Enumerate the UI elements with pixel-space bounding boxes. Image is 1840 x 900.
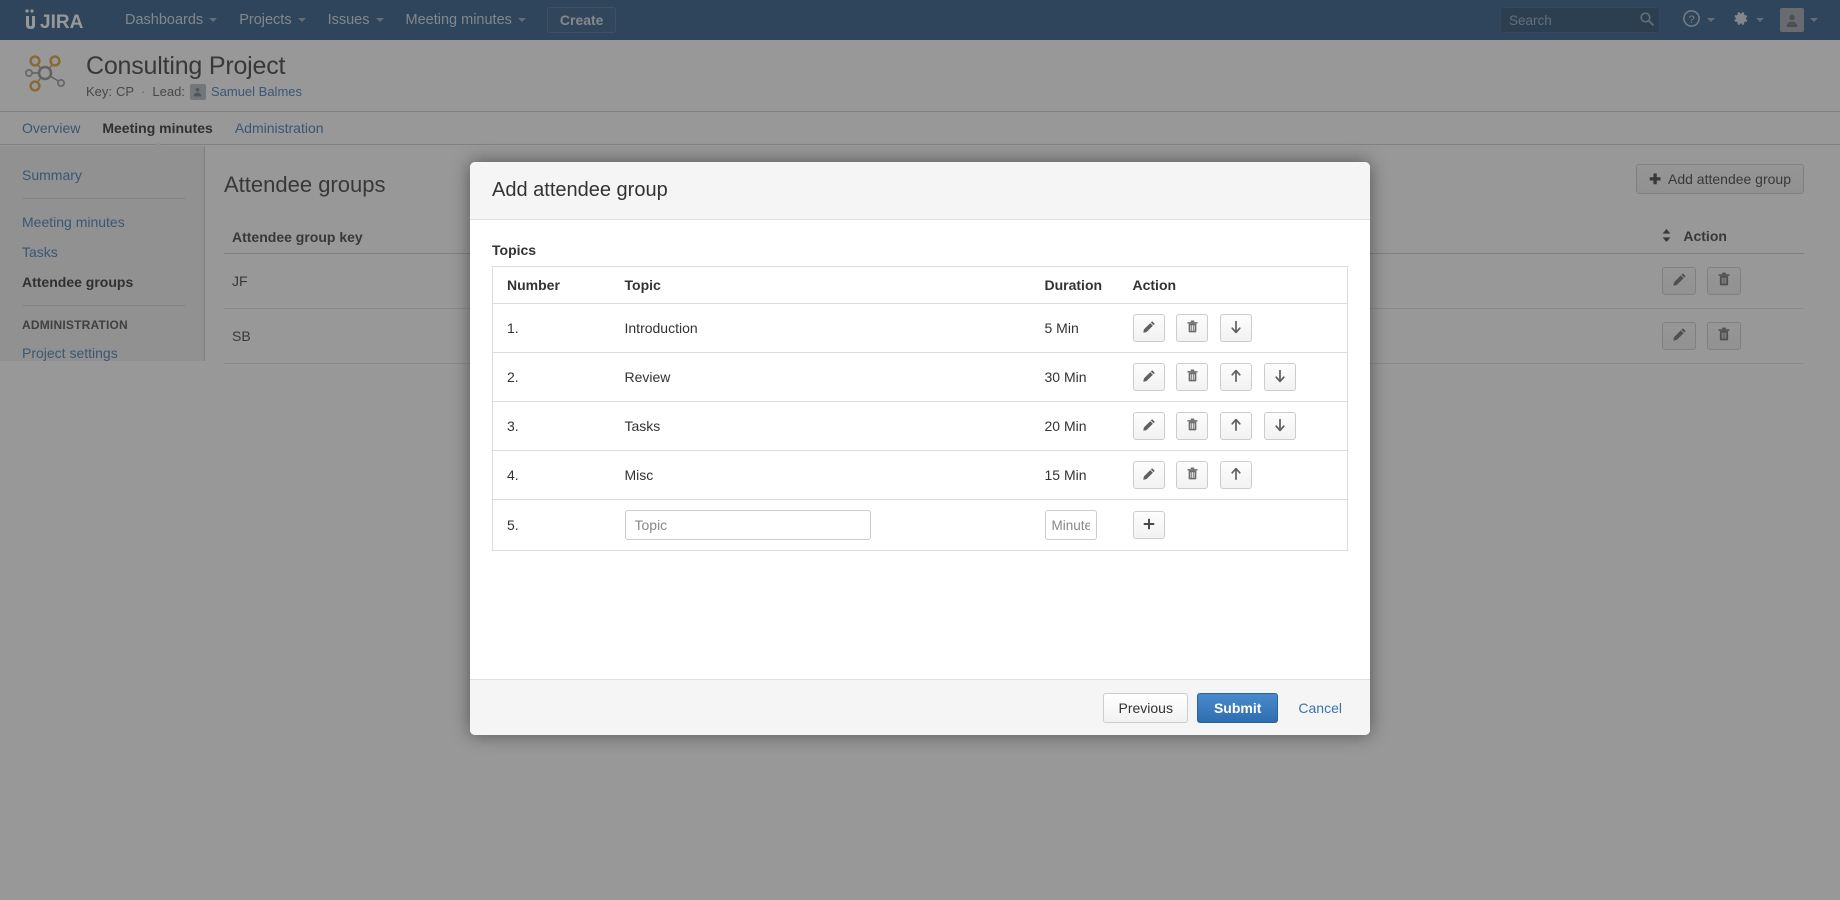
edit-icon — [1142, 320, 1156, 337]
dialog-title: Add attendee group — [492, 179, 668, 201]
topics-table-body: 1. Introduction 5 Min 2. Review 30 Min 3… — [492, 303, 1348, 551]
topic-number: 2. — [492, 352, 611, 402]
new-topic-input-cell — [611, 500, 1031, 551]
topic-duration: 5 Min — [1030, 303, 1119, 353]
delete-icon — [1186, 467, 1199, 484]
topic-number: 3. — [492, 401, 611, 451]
edit-topic-button[interactable] — [1132, 412, 1165, 440]
topic-name: Review — [610, 352, 1031, 402]
topic-duration: 20 Min — [1030, 401, 1119, 451]
delete-icon — [1186, 418, 1199, 435]
topic-actions — [1118, 401, 1348, 451]
topic-row: 3. Tasks 20 Min — [492, 401, 1348, 451]
plus-icon — [1143, 518, 1155, 533]
topic-duration: 30 Min — [1030, 352, 1119, 402]
topic-row: 4. Misc 15 Min — [492, 450, 1348, 500]
dialog-footer: Previous Submit Cancel — [470, 679, 1370, 735]
edit-icon — [1142, 369, 1156, 386]
topic-name: Tasks — [610, 401, 1031, 451]
move-topic-down-button[interactable] — [1220, 314, 1253, 342]
topics-table: Number Topic Duration Action 1. Introduc… — [492, 266, 1348, 551]
topics-header-row: Number Topic Duration Action — [492, 266, 1348, 304]
move-topic-up-button[interactable] — [1220, 412, 1253, 440]
move-down-icon — [1230, 320, 1242, 337]
new-topic-input[interactable] — [624, 510, 871, 540]
topics-table-head: Number Topic Duration Action — [492, 266, 1348, 304]
topic-row: 2. Review 30 Min — [492, 352, 1348, 402]
topic-name: Introduction — [610, 303, 1031, 353]
delete-icon — [1186, 369, 1199, 386]
topics-section-label: Topics — [492, 242, 537, 258]
new-topic-number: 5. — [507, 517, 519, 533]
edit-topic-button[interactable] — [1132, 314, 1165, 342]
topic-duration: 15 Min — [1030, 450, 1119, 500]
edit-icon — [1142, 467, 1156, 484]
edit-topic-button[interactable] — [1132, 461, 1165, 489]
delete-topic-button[interactable] — [1176, 314, 1209, 342]
new-topic-row: 5. — [493, 500, 1348, 551]
new-topic-actions — [1119, 500, 1348, 551]
move-up-icon — [1230, 467, 1242, 484]
edit-topic-button[interactable] — [1132, 363, 1165, 391]
topic-actions — [1118, 352, 1348, 402]
move-up-icon — [1230, 369, 1242, 386]
topic-actions — [1118, 450, 1348, 500]
move-topic-up-button[interactable] — [1220, 461, 1253, 489]
column-header-number: Number — [492, 266, 611, 304]
add-topic-button[interactable] — [1132, 511, 1165, 539]
topic-number: 4. — [492, 450, 611, 500]
previous-button[interactable]: Previous — [1103, 692, 1188, 723]
delete-icon — [1186, 320, 1199, 337]
new-topic-minutes-cell — [1031, 500, 1119, 551]
dialog-header: Add attendee group — [470, 162, 1370, 220]
column-header-duration: Duration — [1030, 266, 1119, 304]
column-header-action: Action — [1118, 266, 1348, 304]
move-up-icon — [1230, 418, 1242, 435]
edit-icon — [1142, 418, 1156, 435]
new-topic-minutes-input[interactable] — [1044, 510, 1097, 540]
topic-name: Misc — [610, 450, 1031, 500]
move-topic-down-button[interactable] — [1264, 363, 1297, 391]
move-topic-up-button[interactable] — [1220, 363, 1253, 391]
add-attendee-group-dialog: Add attendee group Topics Number Topic D… — [470, 162, 1370, 735]
submit-button[interactable]: Submit — [1196, 692, 1279, 723]
move-down-icon — [1274, 418, 1286, 435]
topic-row: 1. Introduction 5 Min — [492, 303, 1348, 353]
move-topic-down-button[interactable] — [1264, 412, 1297, 440]
topic-number: 1. — [492, 303, 611, 353]
delete-topic-button[interactable] — [1176, 363, 1209, 391]
cancel-button[interactable]: Cancel — [1292, 699, 1348, 717]
move-down-icon — [1274, 369, 1286, 386]
delete-topic-button[interactable] — [1176, 412, 1209, 440]
column-header-topic: Topic — [610, 266, 1031, 304]
dialog-body: Topics Number Topic Duration Action 1. I… — [470, 220, 1370, 679]
delete-topic-button[interactable] — [1176, 461, 1209, 489]
topic-actions — [1118, 303, 1348, 353]
